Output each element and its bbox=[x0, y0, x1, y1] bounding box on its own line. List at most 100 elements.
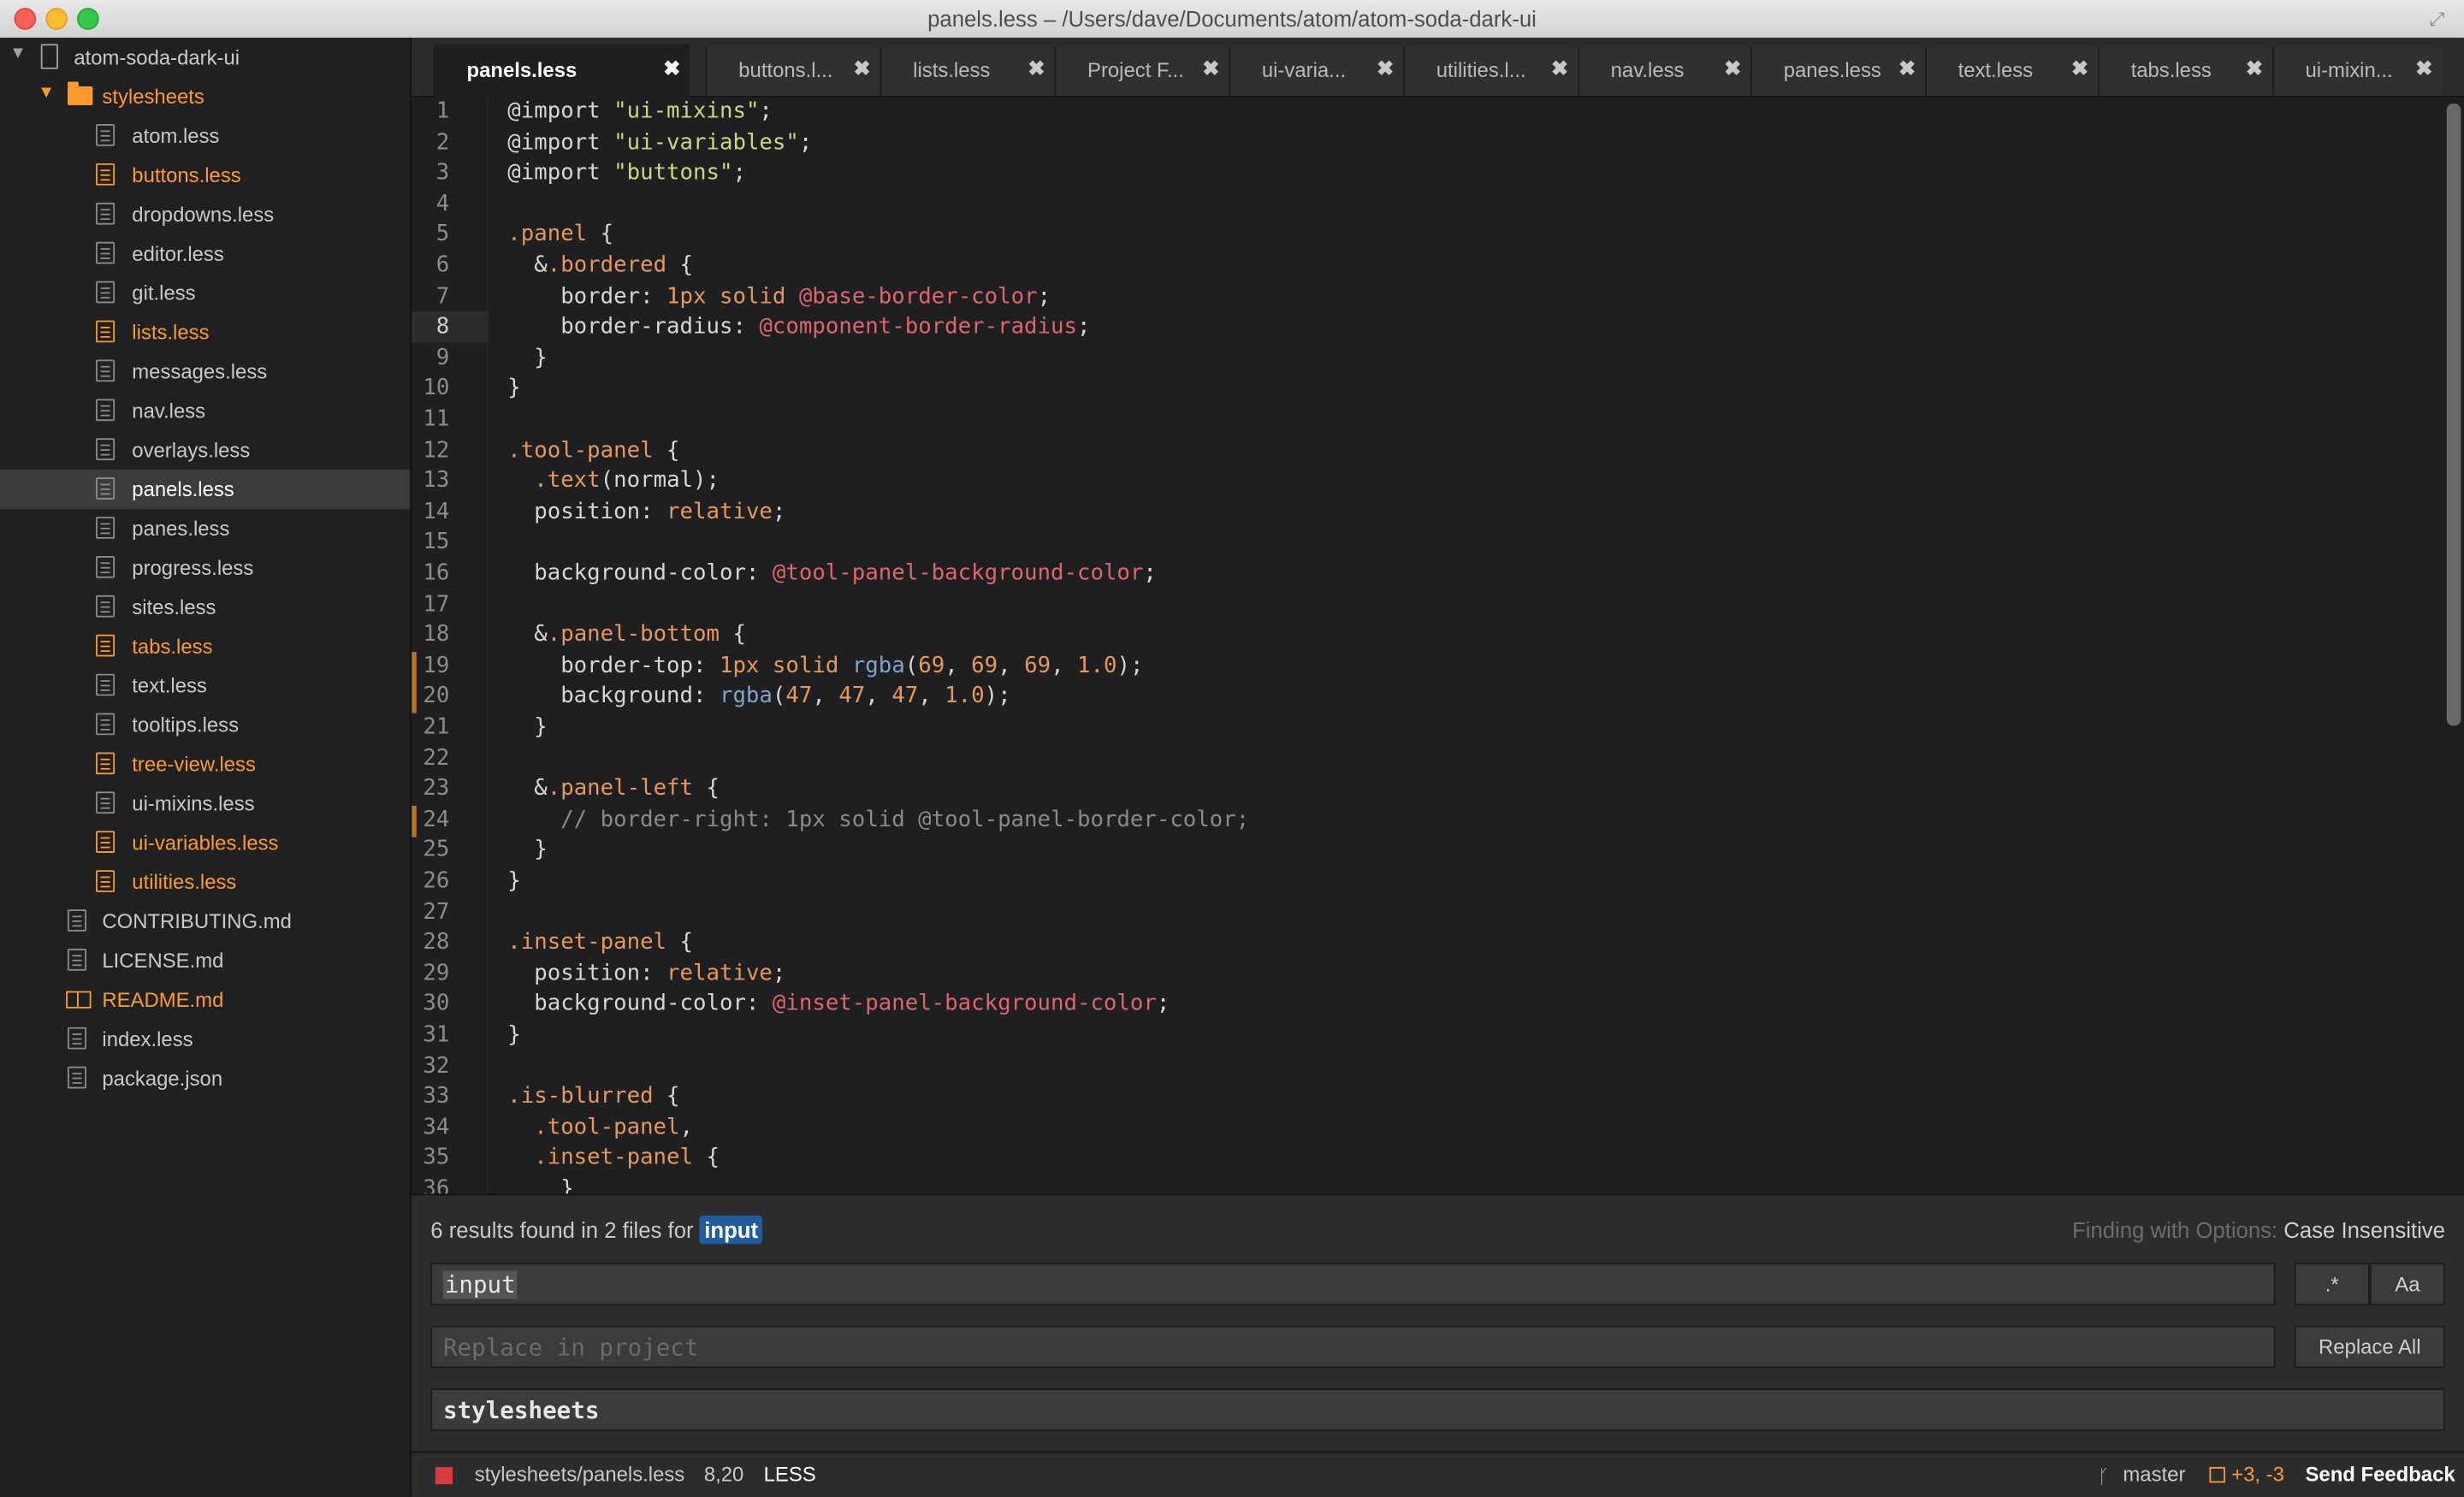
tree-file-README-md[interactable]: README.md bbox=[0, 980, 410, 1020]
tree-root-label: atom-soda-dark-ui bbox=[74, 45, 240, 69]
tree-folder-stylesheets[interactable]: ▼ stylesheets bbox=[0, 77, 410, 116]
tree-root[interactable]: ▼ atom-soda-dark-ui bbox=[0, 38, 410, 77]
close-icon[interactable]: ✖ bbox=[1028, 56, 1045, 81]
close-icon[interactable]: ✖ bbox=[2246, 56, 2263, 81]
tree-file-panes-less[interactable]: panes.less bbox=[0, 509, 410, 548]
code-token: ; bbox=[1156, 991, 1170, 1017]
tree-file-tree-view-less[interactable]: tree-view.less bbox=[0, 744, 410, 784]
code-token: } bbox=[507, 868, 521, 894]
tree-file-progress-less[interactable]: progress.less bbox=[0, 548, 410, 588]
close-icon[interactable]: ✖ bbox=[2415, 56, 2432, 81]
tab-2[interactable]: lists.less ✖ bbox=[880, 47, 1055, 97]
tab-1[interactable]: buttons.l... ✖ bbox=[705, 47, 880, 97]
tree-file-panels-less[interactable]: panels.less bbox=[0, 470, 411, 509]
code-line: .tool-panel, bbox=[507, 1115, 693, 1139]
code-token: .inset-panel bbox=[507, 1145, 694, 1171]
file-icon bbox=[67, 1027, 87, 1050]
send-feedback-link[interactable]: Send Feedback bbox=[2305, 1462, 2455, 1486]
search-input[interactable]: input bbox=[430, 1263, 2276, 1305]
fullscreen-icon[interactable]: ⤢ bbox=[2430, 8, 2452, 30]
tab-label: Project F... bbox=[1087, 57, 1184, 82]
file-icon bbox=[96, 595, 116, 618]
code-token: 69 bbox=[1024, 653, 1051, 678]
vertical-scrollbar[interactable] bbox=[2446, 104, 2461, 726]
tree-file-ui-mixins-less[interactable]: ui-mixins.less bbox=[0, 784, 410, 823]
options-value: Case Insensitive bbox=[2283, 1217, 2445, 1243]
tab-5[interactable]: utilities.l... ✖ bbox=[1403, 47, 1578, 97]
tree-file-label: messages.less bbox=[132, 359, 268, 384]
code-editor[interactable]: 1 2 3 4 5 6 7 8 9 10 11 12 13 14 15 16 17 18 19 20 21 22 23 24 2… bbox=[412, 97, 2464, 1194]
tree-file-utilities-less[interactable]: utilities.less bbox=[0, 862, 410, 902]
close-icon[interactable]: ✖ bbox=[1377, 56, 1394, 81]
tab-0[interactable]: panels.less ✖ bbox=[433, 44, 690, 98]
line-number: 34 bbox=[423, 1115, 450, 1140]
status-grammar[interactable]: LESS bbox=[764, 1462, 816, 1486]
regex-toggle-button[interactable]: .* bbox=[2294, 1263, 2370, 1305]
code-token: 1.0 bbox=[1077, 653, 1117, 678]
file-icon bbox=[96, 163, 116, 186]
tree-file-buttons-less[interactable]: buttons.less bbox=[0, 156, 410, 195]
file-icon bbox=[96, 831, 116, 854]
code-line: @import "ui-mixins"; bbox=[507, 99, 773, 124]
tab-6[interactable]: nav.less ✖ bbox=[1578, 47, 1751, 97]
tab-9[interactable]: tabs.less ✖ bbox=[2098, 47, 2272, 97]
tree-file-editor-less[interactable]: editor.less bbox=[0, 234, 410, 274]
tree-file-tabs-less[interactable]: tabs.less bbox=[0, 627, 410, 666]
tree-file-LICENSE-md[interactable]: LICENSE.md bbox=[0, 941, 410, 980]
close-icon[interactable]: ✖ bbox=[1202, 56, 1219, 81]
error-indicator-icon[interactable] bbox=[435, 1466, 453, 1485]
code-line: .tool-panel { bbox=[507, 438, 679, 463]
tree-file-text-less[interactable]: text.less bbox=[0, 666, 410, 706]
close-icon[interactable]: ✖ bbox=[854, 56, 871, 81]
title-bar: panels.less – /Users/dave/Documents/atom… bbox=[0, 0, 2464, 39]
status-diff[interactable]: +3, -3 bbox=[2231, 1462, 2284, 1486]
tab-label: utilities.l... bbox=[1436, 57, 1526, 82]
close-icon[interactable]: ✖ bbox=[2071, 56, 2088, 81]
tree-file-sites-less[interactable]: sites.less bbox=[0, 588, 410, 627]
tree-file-CONTRIBUTING-md[interactable]: CONTRIBUTING.md bbox=[0, 902, 410, 941]
tab-10[interactable]: ui-mixin... ✖ bbox=[2272, 47, 2443, 97]
tree-file-label: README.md bbox=[102, 987, 224, 1012]
code-token: "buttons" bbox=[613, 160, 733, 186]
line-number: 23 bbox=[423, 776, 450, 802]
tree-file-package-json[interactable]: package.json bbox=[0, 1059, 410, 1098]
case-sensitive-toggle-button[interactable]: Aa bbox=[2369, 1263, 2445, 1305]
tab-4[interactable]: ui-varia... ✖ bbox=[1229, 47, 1404, 97]
tab-8[interactable]: text.less ✖ bbox=[1924, 47, 2099, 97]
tree-file-dropdowns-less[interactable]: dropdowns.less bbox=[0, 195, 410, 234]
tree-file-tooltips-less[interactable]: tooltips.less bbox=[0, 705, 410, 744]
close-icon[interactable]: ✖ bbox=[1898, 56, 1916, 81]
replace-all-button[interactable]: Replace All bbox=[2294, 1325, 2445, 1369]
code-token: background-color: bbox=[507, 560, 773, 586]
tree-file-nav-less[interactable]: nav.less bbox=[0, 391, 410, 430]
paths-input[interactable]: stylesheets bbox=[430, 1388, 2445, 1431]
chevron-down-icon[interactable]: ▼ bbox=[38, 83, 55, 102]
line-number: 30 bbox=[423, 991, 450, 1017]
close-icon[interactable]: ✖ bbox=[1551, 56, 1568, 81]
close-icon[interactable]: ✖ bbox=[1724, 56, 1741, 81]
tab-7[interactable]: panes.less ✖ bbox=[1750, 47, 1925, 97]
status-branch[interactable]: master bbox=[2123, 1462, 2185, 1486]
code-token: } bbox=[507, 376, 521, 401]
tree-file-index-less[interactable]: index.less bbox=[0, 1020, 410, 1059]
tree-file-overlays-less[interactable]: overlays.less bbox=[0, 430, 410, 470]
code-token: .tool-panel bbox=[507, 1115, 680, 1140]
code-token: & bbox=[507, 252, 548, 278]
code-line: } bbox=[507, 1176, 574, 1193]
code-token: ; bbox=[798, 129, 813, 156]
tree-file-lists-less[interactable]: lists.less bbox=[0, 312, 410, 352]
file-icon bbox=[96, 634, 116, 657]
replace-input[interactable]: Replace in project bbox=[430, 1325, 2276, 1369]
tree-file-atom-less[interactable]: atom.less bbox=[0, 116, 410, 156]
tab-3[interactable]: Project F... ✖ bbox=[1054, 47, 1229, 97]
tree-file-messages-less[interactable]: messages.less bbox=[0, 352, 410, 391]
close-icon[interactable]: ✖ bbox=[663, 56, 680, 81]
chevron-down-icon[interactable]: ▼ bbox=[9, 44, 27, 62]
tree-file-git-less[interactable]: git.less bbox=[0, 273, 410, 312]
tree-file-ui-variables-less[interactable]: ui-variables.less bbox=[0, 823, 410, 862]
line-number: 36 bbox=[423, 1176, 450, 1194]
status-file-path[interactable]: stylesheets/panels.less bbox=[475, 1462, 685, 1486]
file-icon bbox=[96, 359, 116, 382]
status-cursor-position[interactable]: 8,20 bbox=[704, 1462, 743, 1486]
code-token: , bbox=[998, 653, 1025, 678]
